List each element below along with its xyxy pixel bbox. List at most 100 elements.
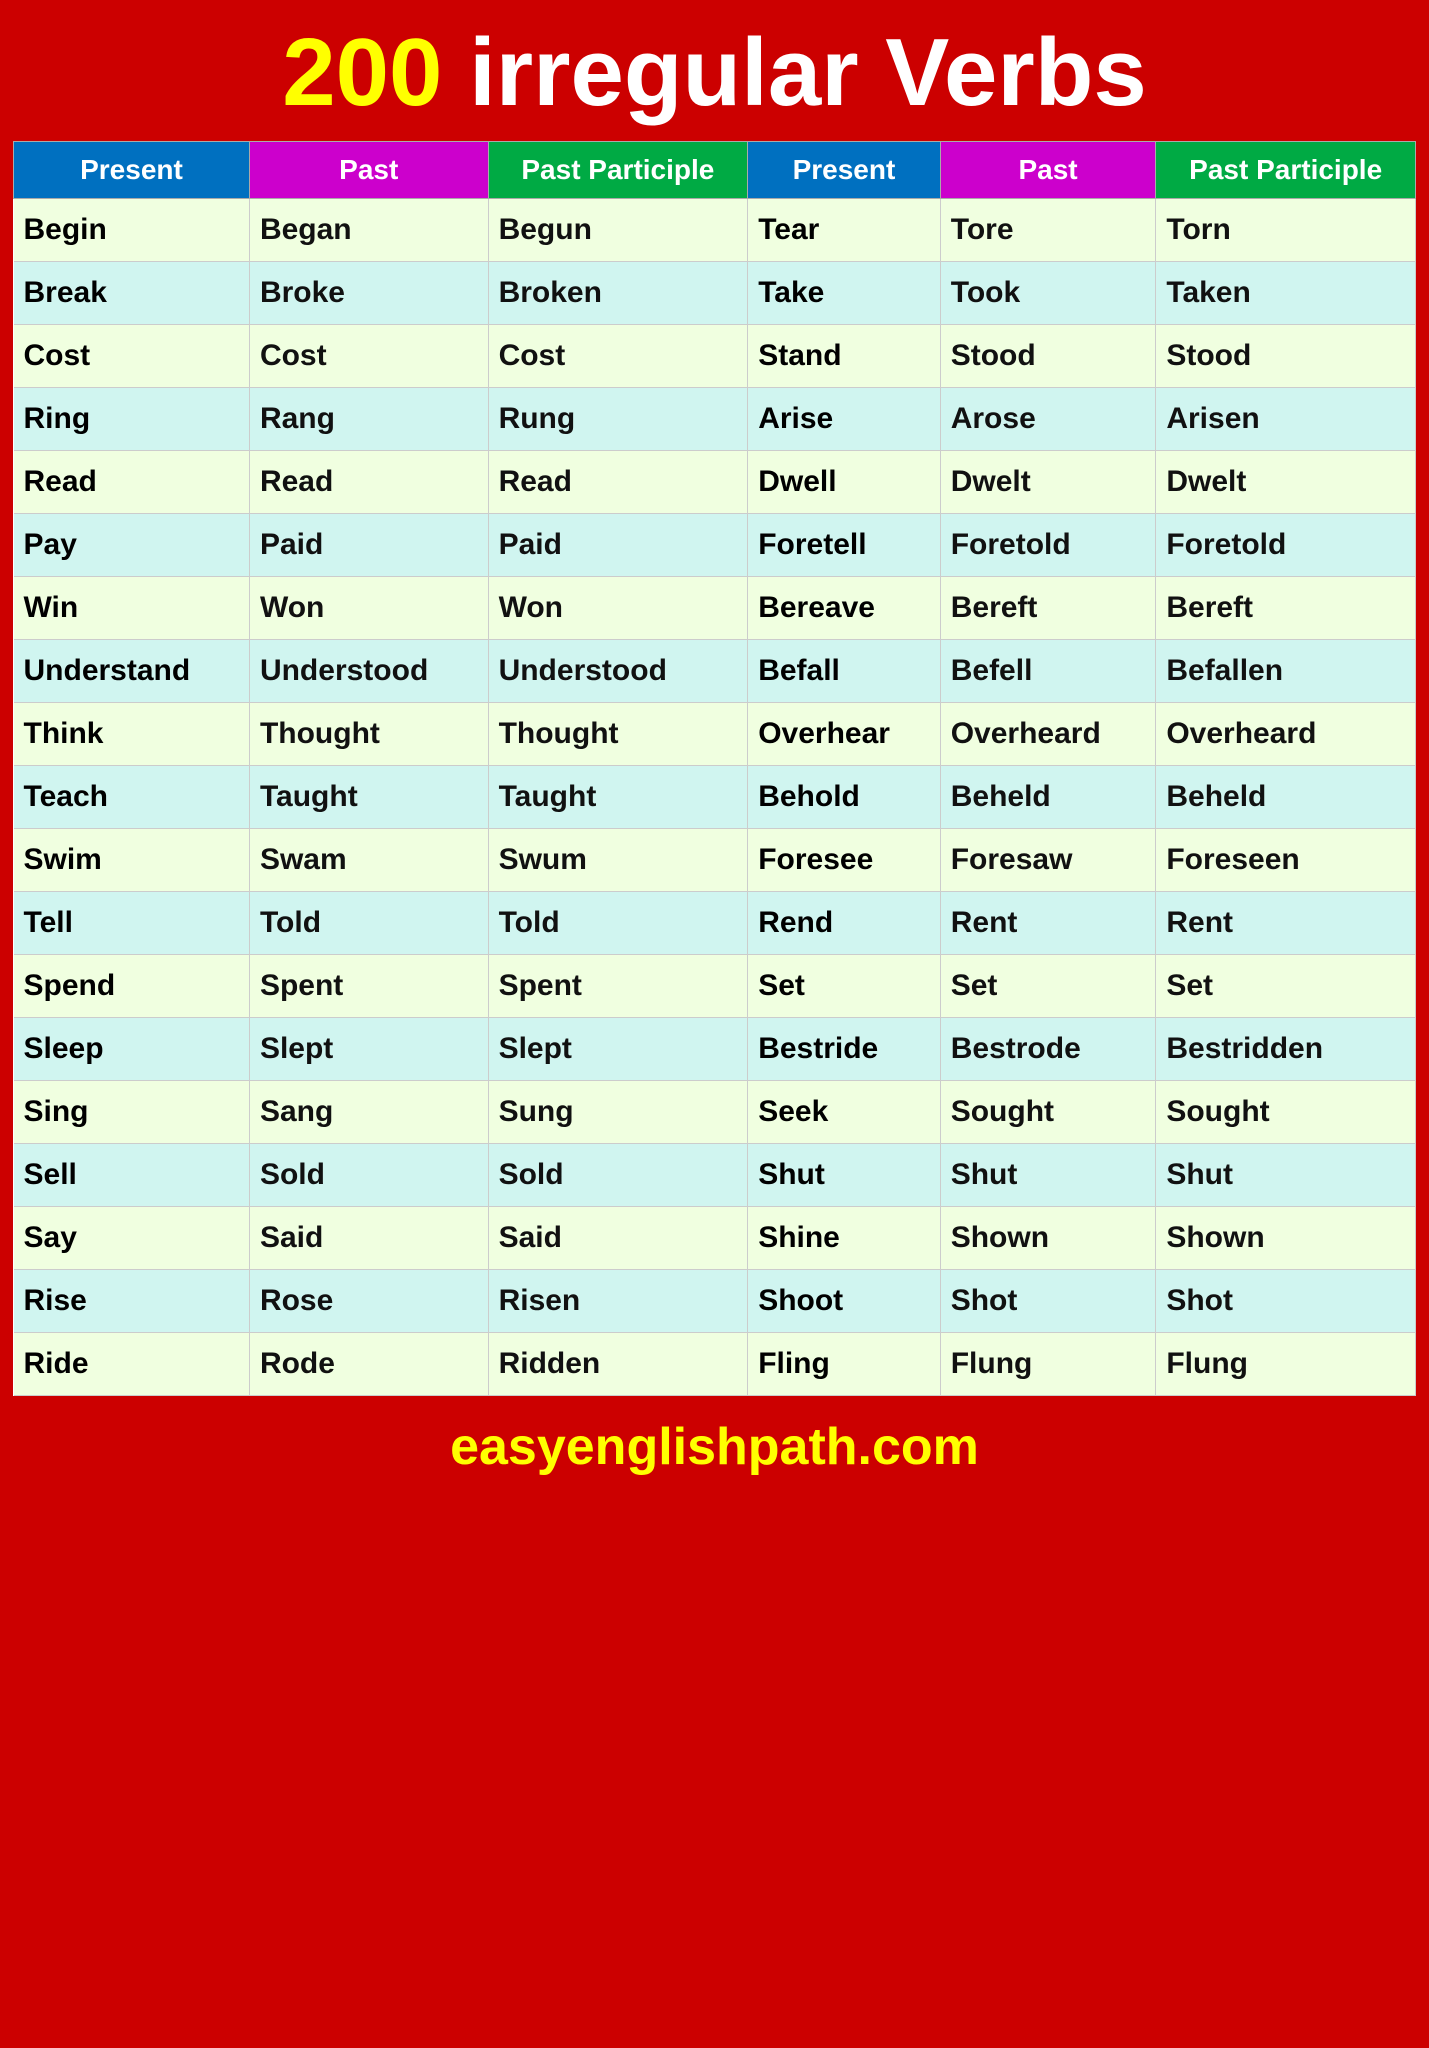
cell-r16-c2: Said xyxy=(488,1206,748,1269)
cell-r1-c3: Take xyxy=(748,261,941,324)
cell-r9-c1: Taught xyxy=(249,765,488,828)
table-row: SpendSpentSpentSetSetSet xyxy=(14,954,1416,1017)
cell-r2-c4: Stood xyxy=(940,324,1156,387)
cell-r5-c5: Foretold xyxy=(1156,513,1416,576)
cell-r11-c1: Told xyxy=(249,891,488,954)
table-row: WinWonWonBereaveBereftBereft xyxy=(14,576,1416,639)
cell-r2-c0: Cost xyxy=(14,324,250,387)
table-row: PayPaidPaidForetellForetoldForetold xyxy=(14,513,1416,576)
cell-r0-c2: Begun xyxy=(488,198,748,261)
title-text: irregular Verbs xyxy=(442,19,1146,126)
cell-r9-c3: Behold xyxy=(748,765,941,828)
cell-r5-c1: Paid xyxy=(249,513,488,576)
table-row: ReadReadReadDwellDweltDwelt xyxy=(14,450,1416,513)
cell-r4-c1: Read xyxy=(249,450,488,513)
cell-r15-c3: Shut xyxy=(748,1143,941,1206)
cell-r5-c0: Pay xyxy=(14,513,250,576)
cell-r17-c4: Shot xyxy=(940,1269,1156,1332)
cell-r0-c3: Tear xyxy=(748,198,941,261)
verbs-table: Present Past Past Participle Present Pas… xyxy=(13,141,1416,1396)
cell-r14-c3: Seek xyxy=(748,1080,941,1143)
cell-r13-c5: Bestridden xyxy=(1156,1017,1416,1080)
cell-r3-c1: Rang xyxy=(249,387,488,450)
cell-r10-c4: Foresaw xyxy=(940,828,1156,891)
cell-r13-c0: Sleep xyxy=(14,1017,250,1080)
cell-r12-c3: Set xyxy=(748,954,941,1017)
table-row: BeginBeganBegunTearToreTorn xyxy=(14,198,1416,261)
cell-r10-c1: Swam xyxy=(249,828,488,891)
footer: easyenglishpath.com xyxy=(10,1399,1419,1491)
header-present-1: Present xyxy=(14,141,250,198)
cell-r18-c0: Ride xyxy=(14,1332,250,1395)
cell-r18-c3: Fling xyxy=(748,1332,941,1395)
cell-r16-c0: Say xyxy=(14,1206,250,1269)
table-row: TellToldToldRendRentRent xyxy=(14,891,1416,954)
cell-r17-c3: Shoot xyxy=(748,1269,941,1332)
cell-r14-c1: Sang xyxy=(249,1080,488,1143)
cell-r12-c4: Set xyxy=(940,954,1156,1017)
cell-r14-c2: Sung xyxy=(488,1080,748,1143)
cell-r11-c0: Tell xyxy=(14,891,250,954)
table-row: SingSangSungSeekSoughtSought xyxy=(14,1080,1416,1143)
cell-r12-c1: Spent xyxy=(249,954,488,1017)
cell-r15-c4: Shut xyxy=(940,1143,1156,1206)
cell-r16-c1: Said xyxy=(249,1206,488,1269)
cell-r17-c2: Risen xyxy=(488,1269,748,1332)
cell-r5-c2: Paid xyxy=(488,513,748,576)
cell-r3-c4: Arose xyxy=(940,387,1156,450)
cell-r3-c0: Ring xyxy=(14,387,250,450)
cell-r15-c1: Sold xyxy=(249,1143,488,1206)
cell-r4-c0: Read xyxy=(14,450,250,513)
cell-r13-c4: Bestrode xyxy=(940,1017,1156,1080)
cell-r2-c3: Stand xyxy=(748,324,941,387)
table-row: SleepSleptSleptBestrideBestrodeBestridde… xyxy=(14,1017,1416,1080)
cell-r17-c0: Rise xyxy=(14,1269,250,1332)
cell-r11-c4: Rent xyxy=(940,891,1156,954)
cell-r15-c5: Shut xyxy=(1156,1143,1416,1206)
table-row: BreakBrokeBrokenTakeTookTaken xyxy=(14,261,1416,324)
cell-r13-c3: Bestride xyxy=(748,1017,941,1080)
table-row: UnderstandUnderstoodUnderstoodBefallBefe… xyxy=(14,639,1416,702)
cell-r8-c4: Overheard xyxy=(940,702,1156,765)
title-number: 200 xyxy=(282,19,442,126)
cell-r1-c4: Took xyxy=(940,261,1156,324)
cell-r1-c1: Broke xyxy=(249,261,488,324)
cell-r8-c3: Overhear xyxy=(748,702,941,765)
table-row: RiseRoseRisenShootShotShot xyxy=(14,1269,1416,1332)
cell-r16-c5: Shown xyxy=(1156,1206,1416,1269)
cell-r4-c4: Dwelt xyxy=(940,450,1156,513)
cell-r13-c1: Slept xyxy=(249,1017,488,1080)
cell-r14-c0: Sing xyxy=(14,1080,250,1143)
cell-r11-c5: Rent xyxy=(1156,891,1416,954)
cell-r0-c1: Began xyxy=(249,198,488,261)
cell-r14-c4: Sought xyxy=(940,1080,1156,1143)
cell-r8-c5: Overheard xyxy=(1156,702,1416,765)
cell-r11-c2: Told xyxy=(488,891,748,954)
table-row: RideRodeRiddenFlingFlungFlung xyxy=(14,1332,1416,1395)
cell-r2-c5: Stood xyxy=(1156,324,1416,387)
cell-r18-c2: Ridden xyxy=(488,1332,748,1395)
cell-r3-c2: Rung xyxy=(488,387,748,450)
cell-r13-c2: Slept xyxy=(488,1017,748,1080)
header-past-2: Past xyxy=(940,141,1156,198)
cell-r18-c5: Flung xyxy=(1156,1332,1416,1395)
cell-r0-c5: Torn xyxy=(1156,198,1416,261)
table-row: TeachTaughtTaughtBeholdBeheldBeheld xyxy=(14,765,1416,828)
header-past-participle-2: Past Participle xyxy=(1156,141,1416,198)
cell-r1-c5: Taken xyxy=(1156,261,1416,324)
cell-r7-c5: Befallen xyxy=(1156,639,1416,702)
footer-text: easyenglishpath.com xyxy=(450,1418,979,1476)
cell-r7-c3: Befall xyxy=(748,639,941,702)
cell-r15-c2: Sold xyxy=(488,1143,748,1206)
cell-r18-c1: Rode xyxy=(249,1332,488,1395)
cell-r6-c2: Won xyxy=(488,576,748,639)
table-row: RingRangRungAriseAroseArisen xyxy=(14,387,1416,450)
cell-r10-c5: Foreseen xyxy=(1156,828,1416,891)
cell-r6-c5: Bereft xyxy=(1156,576,1416,639)
cell-r11-c3: Rend xyxy=(748,891,941,954)
header-present-2: Present xyxy=(748,141,941,198)
cell-r17-c1: Rose xyxy=(249,1269,488,1332)
cell-r10-c2: Swum xyxy=(488,828,748,891)
cell-r12-c5: Set xyxy=(1156,954,1416,1017)
cell-r15-c0: Sell xyxy=(14,1143,250,1206)
